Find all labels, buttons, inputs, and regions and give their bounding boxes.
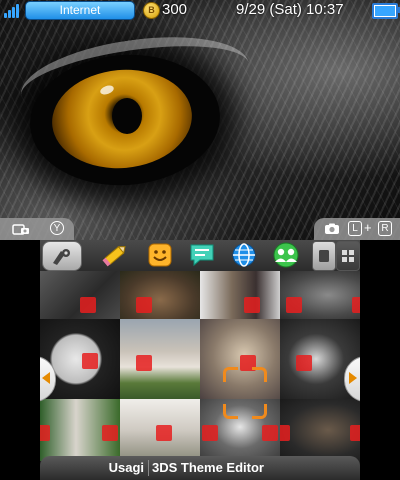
app-slot bbox=[40, 425, 50, 441]
battery-icon bbox=[372, 3, 400, 19]
date-time: 9/29 (Sat) 10:37 bbox=[236, 1, 344, 18]
large-view-button[interactable] bbox=[312, 241, 336, 271]
screenshot-camera-icon bbox=[325, 223, 339, 234]
grid-cell[interactable] bbox=[120, 319, 200, 399]
friend-list-button[interactable] bbox=[267, 241, 305, 269]
app-slot bbox=[350, 425, 360, 441]
app-slot bbox=[136, 355, 152, 371]
arrow-left-icon bbox=[42, 372, 50, 384]
signal-icon bbox=[2, 2, 22, 18]
camera-icon bbox=[12, 224, 29, 235]
app-slot bbox=[286, 297, 302, 313]
status-bar: Internet B 300 9/29 (Sat) 10:37 bbox=[0, 0, 400, 20]
notifications-button[interactable] bbox=[183, 241, 221, 269]
grid-view-button[interactable] bbox=[336, 241, 360, 271]
app-slot bbox=[202, 425, 218, 441]
pencil-button[interactable] bbox=[96, 241, 134, 269]
plus-sign: + bbox=[364, 220, 372, 235]
internet-browser-button[interactable] bbox=[225, 241, 263, 269]
battery-fill bbox=[375, 6, 395, 16]
arrow-right-icon bbox=[349, 372, 357, 384]
grid-cell[interactable] bbox=[40, 271, 120, 319]
l-button-icon: L bbox=[348, 221, 362, 236]
home-menu-toolbar bbox=[40, 240, 360, 271]
theme-title: 3DS Theme Editor bbox=[152, 460, 264, 475]
wolf-pupil bbox=[112, 98, 142, 134]
app-slot bbox=[80, 297, 96, 313]
grid-cell[interactable] bbox=[40, 399, 120, 461]
grid-cell[interactable] bbox=[200, 271, 280, 319]
camera-shortcut-tab: Y bbox=[0, 218, 74, 240]
app-slot bbox=[244, 297, 260, 313]
theme-author: Usagi bbox=[108, 460, 144, 475]
large-view-icon bbox=[319, 250, 329, 262]
wolf-photo-grid bbox=[40, 271, 360, 461]
pencil-icon bbox=[102, 246, 126, 267]
theme-info-bar: Usagi 3DS Theme Editor bbox=[40, 456, 360, 480]
bottom-screen: Usagi 3DS Theme Editor bbox=[40, 240, 360, 480]
grid-cell[interactable] bbox=[280, 399, 360, 461]
app-slot bbox=[136, 297, 152, 313]
play-coin-count: 300 bbox=[162, 1, 188, 18]
y-button-icon: Y bbox=[50, 221, 64, 235]
mii-button[interactable] bbox=[141, 241, 179, 269]
app-slot bbox=[280, 425, 290, 441]
app-slot bbox=[296, 355, 312, 371]
app-slot bbox=[82, 353, 98, 369]
settings-icon bbox=[53, 249, 70, 265]
play-coin-icon: B bbox=[143, 2, 160, 19]
divider bbox=[148, 460, 149, 476]
connection-status: Internet bbox=[25, 1, 135, 20]
grid-cell[interactable] bbox=[120, 399, 200, 461]
screenshot-shortcut-tab: L + R bbox=[314, 218, 400, 240]
notification-icon bbox=[190, 244, 214, 267]
settings-button[interactable] bbox=[42, 241, 82, 271]
grid-cell[interactable] bbox=[280, 271, 360, 319]
friend-list-icon bbox=[273, 242, 299, 268]
app-slot bbox=[156, 425, 172, 441]
internet-browser-icon bbox=[232, 243, 256, 267]
selection-cursor bbox=[223, 367, 267, 419]
grid-view-icon bbox=[342, 250, 354, 262]
grid-cell[interactable] bbox=[120, 271, 200, 319]
mii-smile-icon bbox=[148, 243, 172, 267]
app-slot bbox=[102, 425, 118, 441]
top-screen: Internet B 300 9/29 (Sat) 10:37 Y L + R bbox=[0, 0, 400, 240]
app-slot bbox=[262, 425, 278, 441]
app-slot bbox=[352, 297, 360, 313]
r-button-icon: R bbox=[378, 221, 392, 236]
